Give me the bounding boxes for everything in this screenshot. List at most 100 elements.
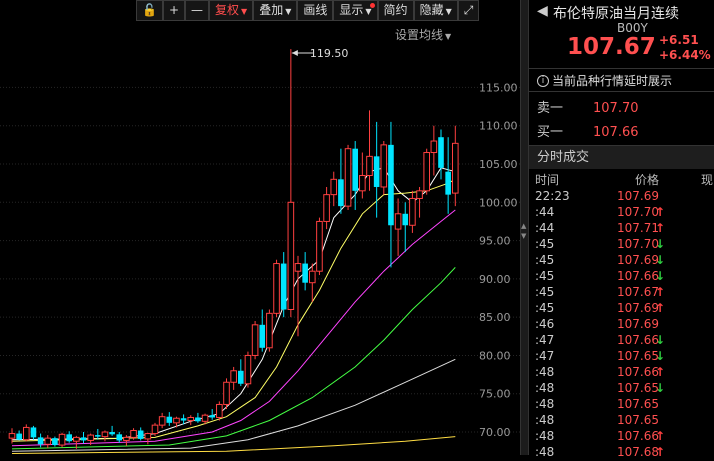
zoom-in-button[interactable]: + (162, 0, 186, 21)
zoom-out-button[interactable]: — (185, 0, 210, 21)
candle-body (238, 370, 244, 384)
y-tick-label: 110.00 (479, 120, 518, 133)
tick-time: :47 (535, 349, 555, 363)
ma-settings-dropdown[interactable]: 设置均线 ▼ (395, 26, 451, 43)
candle-body (195, 417, 201, 422)
candle-body (402, 213, 409, 226)
tick-time: :48 (535, 413, 555, 427)
tick-time: :45 (535, 301, 555, 315)
candle-body (87, 434, 94, 441)
ma-settings-label: 设置均线 (395, 28, 444, 42)
candle-body (309, 270, 316, 284)
tick-price: 107.70 (617, 205, 659, 219)
candle-body (259, 324, 266, 348)
arrow-down-icon: ↓ (655, 269, 666, 283)
candle-body (151, 424, 159, 435)
bid-row: 买一 107.66 (537, 121, 639, 140)
y-tick-label: 105.00 (479, 158, 518, 171)
candle-body (452, 142, 459, 194)
y-tick-label: 75.00 (479, 388, 511, 401)
arrow-down-icon: ↓ (655, 333, 666, 347)
kline-chart[interactable]: 115.00 110.00 105.00 100.00 95.00 90.00 85.00 8… (0, 0, 528, 455)
caret-down-icon: ▼ (365, 7, 372, 16)
y-tick-label: 85.00 (479, 311, 511, 324)
chart-toolbar: 🔓 + — 复权 ▼ 叠加 ▼ 画线 显示 ▼ 简约 隐藏 ▼ ⤢ (136, 0, 480, 21)
tick-time: :46 (535, 317, 555, 331)
tick-row: :47 107.66 ↓ (529, 333, 714, 349)
tick-time: 22:23 (535, 189, 570, 203)
tick-time: :48 (535, 381, 555, 395)
delay-notice: i 当前品种行情延时展示 (529, 68, 714, 92)
lock-button[interactable]: 🔓 (136, 0, 163, 21)
candle-body (352, 148, 358, 191)
arrow-up-icon: ↑ (655, 285, 666, 299)
arrow-left-icon (291, 49, 298, 56)
ticks-section-title[interactable]: 分时成交 (529, 145, 714, 169)
tick-time: :48 (535, 429, 555, 443)
triangle-up-icon[interactable]: ▲ (521, 222, 526, 230)
tick-row: :46 107.69 (529, 317, 714, 333)
candle-body (388, 144, 394, 226)
overlay-dropdown[interactable]: 叠加 ▼ (253, 0, 298, 21)
tick-row: :48 107.65 (529, 397, 714, 413)
triangle-down-icon[interactable]: ▼ (521, 232, 526, 240)
candle-body (73, 436, 80, 442)
quote-side-panel: ◀ 布伦特原油当月连续 B00Y 107.67 +6.51 +6.44% i 当前… (528, 0, 714, 459)
candle-body (230, 370, 237, 383)
tick-time: :44 (535, 221, 555, 235)
fullscreen-button[interactable]: ⤢ (457, 0, 480, 21)
candle-body (251, 324, 259, 356)
candle-body (344, 148, 352, 207)
candle-body (173, 417, 180, 424)
tick-row: :48 107.68 ↑ (529, 445, 714, 461)
candle-body (123, 436, 130, 441)
candle-body (273, 263, 280, 314)
draw-line-button[interactable]: 画线 (297, 0, 334, 21)
last-price: 107.67 (567, 34, 656, 60)
candle-body (187, 416, 195, 422)
col-header-price: 价格 (635, 173, 660, 187)
candle-body (359, 174, 366, 192)
adjust-dropdown[interactable]: 复权 ▼ (209, 0, 254, 21)
tick-price: 107.65 (617, 397, 659, 411)
y-tick-label: 90.00 (479, 273, 511, 286)
candle-body (338, 179, 344, 207)
candle-body (23, 426, 30, 441)
kline-chart-svg[interactable]: 115.00 110.00 105.00 100.00 95.00 90.00 85.00 8… (0, 0, 520, 455)
candle-body (109, 432, 115, 435)
display-dropdown[interactable]: 显示 ▼ (333, 0, 378, 21)
arrow-up-icon: ↑ (655, 429, 666, 443)
candle-body (316, 220, 323, 272)
candle-body (30, 427, 37, 438)
tick-price: 107.67 (617, 285, 659, 299)
tick-time: :47 (535, 333, 555, 347)
candle-body (80, 437, 87, 441)
y-tick-label: 80.00 (479, 349, 511, 362)
candle-body (58, 433, 66, 446)
tick-price: 107.68 (617, 445, 659, 459)
info-icon: i (537, 75, 549, 87)
tick-price: 107.66 (617, 365, 659, 379)
hide-dropdown[interactable]: 隐藏 ▼ (413, 0, 458, 21)
max-annotation-label: 119.50 (310, 47, 349, 60)
candle-body (294, 263, 302, 272)
bid-price: 107.66 (593, 125, 639, 140)
simple-mode-button[interactable]: 简约 (377, 0, 414, 21)
candle-body (330, 178, 338, 196)
arrow-up-icon: ↑ (655, 301, 666, 315)
tick-row: :45 107.69 ↑ (529, 301, 714, 317)
candle-body (323, 194, 330, 222)
candle-body (244, 354, 252, 385)
caret-down-icon: ▼ (445, 32, 452, 41)
tick-time: :48 (535, 397, 555, 411)
candle-body (130, 429, 137, 438)
candle-body (409, 197, 416, 226)
fullscreen-icon: ⤢ (463, 3, 474, 17)
tick-row: :48 107.66 ↑ (529, 429, 714, 445)
caret-down-icon: ▼ (445, 7, 452, 16)
price-change-percent: +6.44% (659, 48, 711, 62)
tick-row: :48 107.65 (529, 413, 714, 429)
back-arrow-icon[interactable]: ◀ (537, 3, 548, 19)
tick-row: :48 107.66 ↑ (529, 365, 714, 381)
tick-price: 107.69 (617, 317, 659, 331)
